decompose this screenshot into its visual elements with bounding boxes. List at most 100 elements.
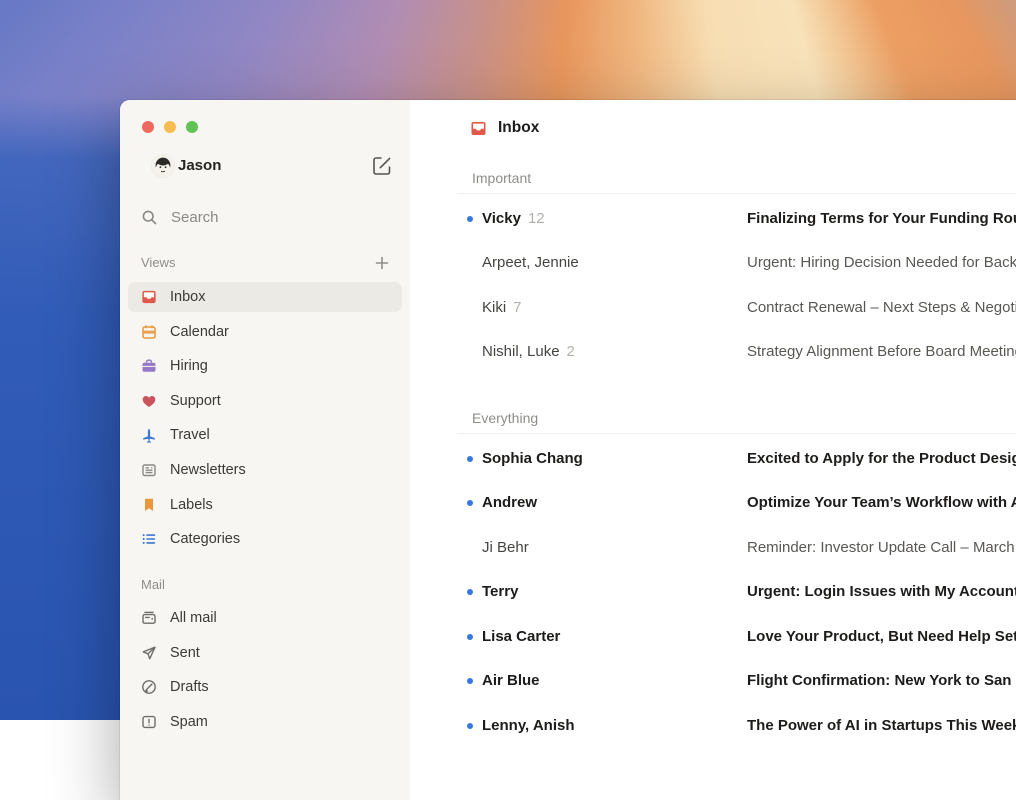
account-name[interactable]: Jason: [178, 157, 221, 174]
heart-icon: [141, 393, 157, 409]
email-sender: Terry: [482, 570, 737, 615]
email-subject: Strategy Alignment Before Board Meeting: [747, 330, 1016, 375]
spam-icon: [141, 714, 157, 730]
email-sender: Arpeet, Jennie: [482, 241, 737, 286]
email-subject: Finalizing Terms for Your Funding Round: [747, 196, 1016, 241]
email-row[interactable]: Ji BehrReminder: Investor Update Call – …: [457, 525, 1016, 570]
sidebar-item-categories[interactable]: Categories: [128, 524, 402, 554]
email-subject: Love Your Product, But Need Help Setting…: [747, 614, 1016, 659]
sidebar-item-label: Support: [170, 393, 221, 409]
sidebar-item-newsletters[interactable]: Newsletters: [128, 455, 402, 485]
minimize-window-button[interactable]: [164, 121, 176, 133]
search-placeholder: Search: [171, 209, 219, 226]
sidebar-item-sent[interactable]: Sent: [128, 638, 402, 668]
unread-dot: [467, 678, 473, 684]
email-row[interactable]: Lenny, AnishThe Power of AI in Startups …: [457, 703, 1016, 748]
bookmark-icon: [141, 497, 157, 513]
page-title-text: Inbox: [498, 119, 539, 137]
sidebar-item-label: Sent: [170, 645, 200, 661]
sidebar-item-hiring[interactable]: Hiring: [128, 351, 402, 381]
unread-dot: [467, 589, 473, 595]
email-row[interactable]: Kiki7Contract Renewal – Next Steps & Neg…: [457, 285, 1016, 330]
email-subject: The Power of AI in Startups This Week: [747, 703, 1016, 748]
sidebar-item-label: Calendar: [170, 324, 229, 340]
inbox-pane: Inbox Important Vicky12Finalizing Terms …: [410, 100, 1016, 800]
sidebar-item-label: Drafts: [170, 679, 209, 695]
email-sender: Nishil, Luke2: [482, 330, 737, 375]
search-input[interactable]: Search: [128, 203, 402, 231]
email-row[interactable]: Vicky12Finalizing Terms for Your Funding…: [457, 196, 1016, 241]
sidebar-item-support[interactable]: Support: [128, 386, 402, 416]
email-row[interactable]: AndrewOptimize Your Team’s Workflow with…: [457, 481, 1016, 526]
sidebar-item-calendar[interactable]: Calendar: [128, 317, 402, 347]
email-sender: Lenny, Anish: [482, 703, 737, 748]
email-row[interactable]: Air BlueFlight Confirmation: New York to…: [457, 659, 1016, 704]
email-row[interactable]: Arpeet, JennieUrgent: Hiring Decision Ne…: [457, 241, 1016, 286]
sidebar-item-labels[interactable]: Labels: [128, 490, 402, 520]
page-title: Inbox: [470, 119, 539, 137]
thread-count: 12: [528, 210, 545, 227]
group-divider: [457, 193, 1016, 194]
email-sender: Lisa Carter: [482, 614, 737, 659]
email-subject: Optimize Your Team’s Workflow with AI: [747, 481, 1016, 526]
window-controls: [142, 121, 208, 133]
email-sender: Sophia Chang: [482, 436, 737, 481]
unread-dot: [467, 216, 473, 222]
unread-dot: [467, 723, 473, 729]
group-label-everything: Everything: [472, 410, 538, 426]
email-subject: Reminder: Investor Update Call – March 1…: [747, 525, 1016, 570]
email-subject: Flight Confirmation: New York to San Fra…: [747, 659, 1016, 704]
sidebar-item-label: All mail: [170, 610, 217, 626]
avatar[interactable]: [151, 154, 175, 178]
send-icon: [141, 645, 157, 661]
compose-icon[interactable]: [371, 155, 393, 177]
email-row[interactable]: TerryUrgent: Login Issues with My Accoun…: [457, 570, 1016, 615]
account-row: Jason: [120, 154, 410, 178]
sidebar-item-drafts[interactable]: Drafts: [128, 672, 402, 702]
sidebar-item-label: Travel: [170, 427, 210, 443]
email-subject: Urgent: Login Issues with My Account: [747, 570, 1016, 615]
email-sender: Air Blue: [482, 659, 737, 704]
briefcase-icon: [141, 358, 157, 374]
sidebar-item-label: Categories: [170, 531, 240, 547]
search-icon: [141, 209, 158, 226]
group-label-important: Important: [472, 170, 531, 186]
unread-dot: [467, 634, 473, 640]
allmail-icon: [141, 610, 157, 626]
sidebar-item-travel[interactable]: Travel: [128, 420, 402, 450]
email-subject: Excited to Apply for the Product Designe…: [747, 436, 1016, 481]
email-row[interactable]: Lisa CarterLove Your Product, But Need H…: [457, 614, 1016, 659]
email-subject: Urgent: Hiring Decision Needed for Backe…: [747, 241, 1016, 286]
draft-icon: [141, 679, 157, 695]
email-sender: Vicky12: [482, 196, 737, 241]
add-view-icon[interactable]: [374, 255, 390, 271]
zoom-window-button[interactable]: [186, 121, 198, 133]
sidebar-item-label: Newsletters: [170, 462, 246, 478]
email-row[interactable]: Nishil, Luke2Strategy Alignment Before B…: [457, 330, 1016, 375]
desktop-wallpaper-shade: [0, 96, 130, 720]
group-divider: [457, 433, 1016, 434]
inbox-icon: [141, 289, 157, 305]
sidebar-item-label: Spam: [170, 714, 208, 730]
email-sender: Kiki7: [482, 285, 737, 330]
sidebar-item-label: Inbox: [170, 289, 205, 305]
newspaper-icon: [141, 462, 157, 478]
sidebar-item-all-mail[interactable]: All mail: [128, 603, 402, 633]
sidebar-item-label: Labels: [170, 497, 213, 513]
email-sender: Andrew: [482, 481, 737, 526]
calendar-icon: [141, 324, 157, 340]
views-section-label: Views: [141, 255, 175, 270]
close-window-button[interactable]: [142, 121, 154, 133]
sidebar-item-inbox[interactable]: Inbox: [128, 282, 402, 312]
sidebar-item-spam[interactable]: Spam: [128, 707, 402, 737]
email-subject: Contract Renewal – Next Steps & Negotiat…: [747, 285, 1016, 330]
email-row[interactable]: Sophia ChangExcited to Apply for the Pro…: [457, 436, 1016, 481]
mail-app-window: Jason Search Views Inbox Calendar Hiring Su…: [120, 100, 1016, 800]
inbox-icon: [470, 120, 487, 137]
mail-section-label: Mail: [141, 577, 165, 592]
unread-dot: [467, 456, 473, 462]
sidebar-item-label: Hiring: [170, 358, 208, 374]
thread-count: 2: [567, 343, 575, 360]
email-sender: Ji Behr: [482, 525, 737, 570]
unread-dot: [467, 500, 473, 506]
